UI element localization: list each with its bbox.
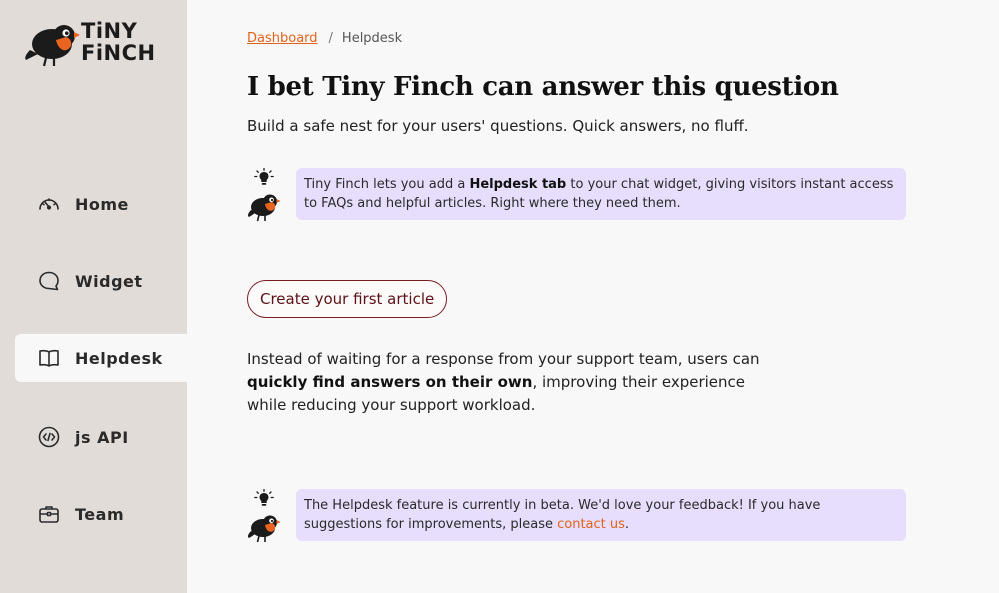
beta-notice-text: The Helpdesk feature is currently in bet…: [296, 489, 906, 541]
helpdesk-description: Instead of waiting for a response from y…: [247, 348, 787, 417]
breadcrumb-separator: /: [328, 31, 333, 46]
brand-line1: TiNY: [81, 19, 138, 43]
sidebar-item-label: Helpdesk: [75, 348, 163, 368]
sidebar-item-label: Widget: [75, 271, 143, 291]
lightbulb-icon: [254, 489, 274, 506]
sidebar-item-label: Team: [75, 504, 125, 524]
briefcase-icon: [37, 502, 61, 526]
sidebar-item-helpdesk[interactable]: Helpdesk: [15, 334, 187, 382]
tip-bold-text: Helpdesk tab: [469, 177, 567, 192]
sidebar-item-label: Home: [75, 194, 129, 214]
sidebar-item-team[interactable]: Team: [15, 490, 187, 538]
sidebar: TiNY FiNCH Home Widget Helpdesk js API T…: [0, 0, 187, 593]
create-first-article-button[interactable]: Create your first article: [247, 280, 448, 318]
brand-wordmark: TiNY FiNCH: [81, 20, 156, 64]
breadcrumb-current: Helpdesk: [341, 31, 403, 46]
tip-text-part: Tiny Finch lets you add a: [304, 177, 470, 192]
breadcrumb-dashboard-link[interactable]: Dashboard: [247, 31, 318, 46]
lightbulb-icon: [254, 168, 274, 185]
brand-line2: FiNCH: [81, 41, 156, 65]
contact-us-link[interactable]: contact us: [557, 517, 625, 532]
finch-logo-icon: [25, 25, 80, 67]
open-book-icon: [37, 346, 61, 370]
chat-bubble-icon: [37, 269, 61, 293]
beta-text-part: .: [624, 517, 630, 532]
finch-mascot-icon: [247, 515, 281, 543]
finch-mascot-icon: [247, 194, 281, 222]
sidebar-item-widget[interactable]: Widget: [15, 257, 187, 305]
description-bold-text: quickly find answers on their own: [247, 373, 533, 391]
code-icon: [37, 425, 61, 449]
gauge-icon: [37, 192, 61, 216]
helpdesk-tip: Tiny Finch lets you add a Helpdesk tab t…: [247, 168, 907, 224]
page-subtitle: Build a safe nest for your users' questi…: [247, 117, 749, 135]
sidebar-item-js-api[interactable]: js API: [15, 413, 187, 461]
description-text-part: Instead of waiting for a response from y…: [247, 350, 760, 368]
sidebar-item-home[interactable]: Home: [15, 180, 187, 228]
sidebar-item-label: js API: [75, 427, 129, 447]
brand-logo[interactable]: TiNY FiNCH: [24, 20, 169, 68]
page-title: I bet Tiny Finch can answer this questio…: [247, 72, 839, 102]
breadcrumb: Dashboard / Helpdesk: [247, 31, 402, 46]
beta-notice: The Helpdesk feature is currently in bet…: [247, 489, 907, 545]
tip-text: Tiny Finch lets you add a Helpdesk tab t…: [296, 168, 906, 220]
